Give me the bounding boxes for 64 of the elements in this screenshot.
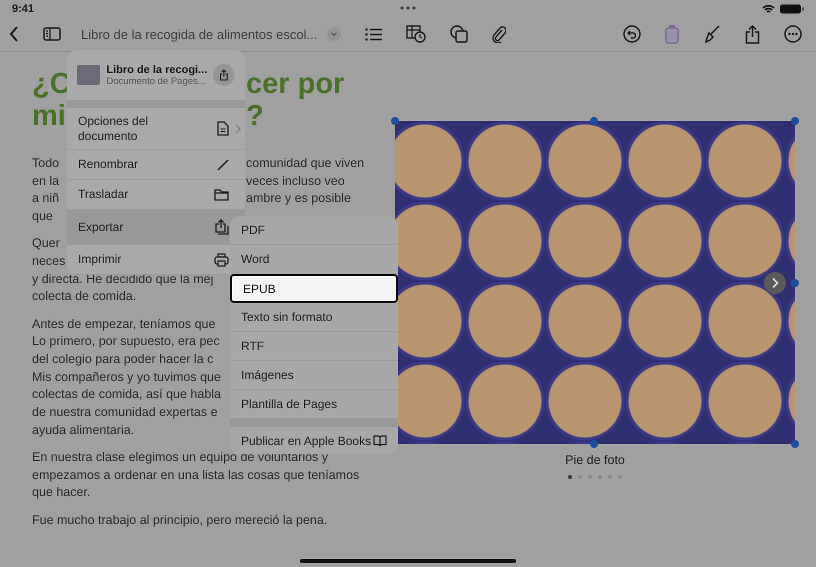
menu-item[interactable]: Opciones del documento <box>67 108 245 150</box>
page-dot[interactable] <box>568 475 572 479</box>
menu-item[interactable]: EPUB <box>230 274 398 303</box>
body-text: Todo <box>32 155 60 172</box>
back-icon[interactable] <box>9 26 19 42</box>
sidebar-icon[interactable] <box>43 27 61 41</box>
selection-handle[interactable] <box>791 117 799 125</box>
thumbnail-placeholder <box>77 65 100 85</box>
selection-handle[interactable] <box>791 279 799 287</box>
body-text: colectas de comida, así que habla <box>32 386 222 404</box>
body-text: empezamos a ordenar en una lista las cosas que teníamos <box>32 466 360 484</box>
image-caption: Pie de foto <box>565 453 625 467</box>
menu-document-title: Libro de la recogi... <box>106 64 208 76</box>
export-icon <box>215 219 229 235</box>
body-text: a niñ <box>32 190 60 208</box>
body-text: comunidad que viven <box>246 155 364 172</box>
menu-item[interactable]: Imágenes <box>230 361 398 390</box>
table-clock-icon[interactable] <box>406 25 426 43</box>
paperclip-icon[interactable] <box>492 25 506 43</box>
multitasking-dots-icon[interactable] <box>400 6 416 10</box>
status-time: 9:41 <box>12 2 34 14</box>
shapes-icon[interactable] <box>450 25 468 43</box>
body-text: Antes de empezar, teníamos que <box>32 316 216 333</box>
body-text: Quer <box>32 235 60 252</box>
body-text: de nuestra comunidad expertas e <box>32 404 218 422</box>
list-icon[interactable] <box>365 28 382 40</box>
heading-text: cer por <box>246 68 344 100</box>
share-icon[interactable] <box>213 62 235 88</box>
heading-text: mi <box>32 100 66 132</box>
menu-item[interactable]: Renombrar <box>67 150 245 180</box>
body-text: veces incluso veo <box>246 172 345 190</box>
body-text: que <box>32 208 53 226</box>
body-text: del colegio para poder hacer la c <box>32 351 214 368</box>
document-icon <box>217 121 229 136</box>
wifi-icon <box>762 4 775 14</box>
menu-document-subtitle: Documento de Pages... <box>106 76 207 86</box>
paintbrush-icon[interactable] <box>703 25 721 43</box>
menu-item[interactable]: Publicar en Apple Books <box>230 427 398 454</box>
body-text: ambre y es posible <box>246 190 351 208</box>
undo-icon[interactable] <box>623 25 641 43</box>
body-text: en la <box>32 172 60 190</box>
body-text: que hacer. <box>32 484 90 502</box>
body-text: Lo primero, por supuesto, era pec <box>32 333 220 350</box>
battery-icon <box>780 4 804 14</box>
document-title[interactable]: Libro de la recogida de alimentos escol... <box>81 26 318 42</box>
body-text: Mis compañeros y yo tuvimos que <box>32 368 221 386</box>
selection-handle[interactable] <box>791 440 799 448</box>
book-icon <box>373 434 387 446</box>
body-text: colecta de comida. <box>32 288 136 306</box>
menu-item[interactable]: RTF <box>230 332 398 361</box>
share-icon[interactable] <box>745 24 760 44</box>
more-icon[interactable] <box>784 25 802 43</box>
chevron-down-icon[interactable] <box>327 27 342 41</box>
pencil-icon <box>217 158 229 170</box>
selection-handle[interactable] <box>391 117 399 125</box>
selection-handle[interactable] <box>590 440 598 448</box>
menu-item[interactable]: Texto sin formato <box>230 303 398 332</box>
heading-text: ? <box>246 100 264 132</box>
body-text: Fue mucho trabajo al principio, pero mereció la pena. <box>32 512 328 529</box>
body-text: neces <box>32 253 66 270</box>
folder-icon <box>214 188 229 200</box>
body-text: ayuda alimentaria. <box>32 422 134 439</box>
selection-handle[interactable] <box>590 117 598 125</box>
menu-item[interactable]: PDF <box>230 216 398 245</box>
